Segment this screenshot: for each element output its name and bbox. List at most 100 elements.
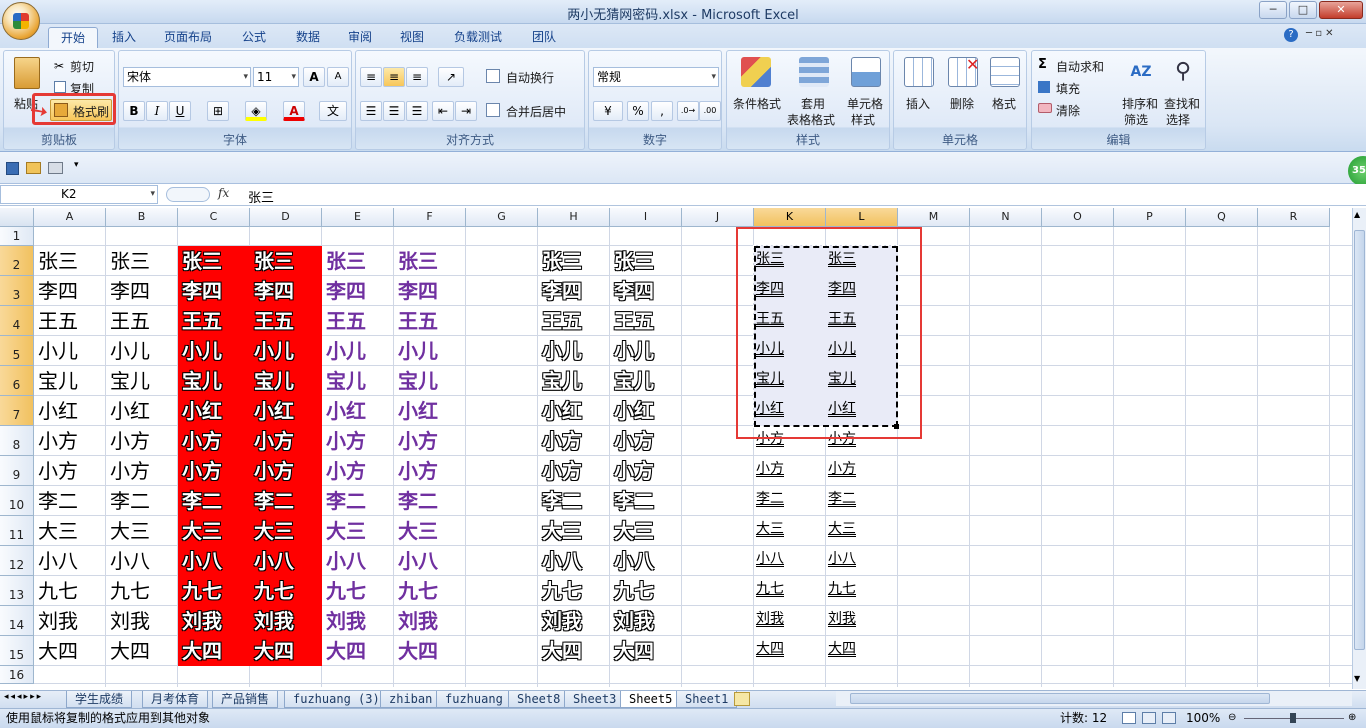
column-header-j[interactable]: J (682, 208, 754, 227)
grow-font-button[interactable]: A (303, 67, 325, 87)
column-header-c[interactable]: C (178, 208, 250, 227)
column-header-l[interactable]: L (826, 208, 898, 227)
cell-h9[interactable]: 小方 (538, 456, 610, 486)
zoom-slider-thumb[interactable] (1290, 713, 1296, 723)
column-header-p[interactable]: P (1114, 208, 1186, 227)
insert-cells-button[interactable]: 插入 (906, 95, 930, 112)
font-size-select[interactable]: 11 (253, 67, 299, 87)
cell-c7[interactable]: 小红 (178, 396, 250, 426)
horizontal-scroll-thumb[interactable] (850, 693, 1270, 704)
formula-input[interactable]: 张三 (248, 187, 274, 206)
cell-e3[interactable]: 李四 (322, 276, 394, 306)
cell-l11[interactable]: 大三 (826, 516, 898, 546)
cell-e15[interactable]: 大四 (322, 636, 394, 666)
column-header-f[interactable]: F (394, 208, 466, 227)
cell-i12[interactable]: 小八 (610, 546, 682, 576)
minimize-button[interactable]: ─ (1259, 1, 1287, 19)
cell-i13[interactable]: 九七 (610, 576, 682, 606)
font-name-select[interactable]: 宋体 (123, 67, 251, 87)
cell-f5[interactable]: 小儿 (394, 336, 466, 366)
cell-b11[interactable]: 大三 (106, 516, 178, 546)
column-header-o[interactable]: O (1042, 208, 1114, 227)
tab-load-test[interactable]: 负载测试 (442, 27, 514, 48)
close-button[interactable]: ✕ (1319, 1, 1363, 19)
cell-e2[interactable]: 张三 (322, 246, 394, 276)
cell-h5[interactable]: 小儿 (538, 336, 610, 366)
cell-f15[interactable]: 大四 (394, 636, 466, 666)
column-header-n[interactable]: N (970, 208, 1042, 227)
cell-f2[interactable]: 张三 (394, 246, 466, 276)
column-header-e[interactable]: E (322, 208, 394, 227)
delete-cells-button[interactable]: 删除 (950, 95, 974, 112)
select-all-button[interactable] (0, 208, 34, 227)
sheet-nav-icon[interactable]: ◂◂◂▸▸▸ (4, 692, 43, 702)
phonetic-button[interactable]: 文 (319, 101, 347, 121)
paste-icon[interactable] (14, 57, 40, 89)
cell-b4[interactable]: 王五 (106, 306, 178, 336)
cell-a12[interactable]: 小八 (34, 546, 106, 576)
tab-formulas[interactable]: 公式 (230, 27, 278, 48)
cell-a3[interactable]: 李四 (34, 276, 106, 306)
cell-i14[interactable]: 刘我 (610, 606, 682, 636)
cell-d2[interactable]: 张三 (250, 246, 322, 276)
shrink-font-button[interactable]: A (327, 67, 349, 87)
cell-f4[interactable]: 王五 (394, 306, 466, 336)
sheet-tab-sheet5[interactable]: Sheet5 (620, 691, 682, 708)
clear-button[interactable]: 清除 (1056, 102, 1080, 119)
sheet-tab-sheet8[interactable]: Sheet8 (508, 691, 570, 708)
cell-i10[interactable]: 李二 (610, 486, 682, 516)
cell-h6[interactable]: 宝儿 (538, 366, 610, 396)
border-icon[interactable]: ⊞ (207, 101, 229, 121)
cell-e11[interactable]: 大三 (322, 516, 394, 546)
help-icon[interactable]: ? (1284, 28, 1298, 42)
orientation-icon[interactable]: ↗ (438, 67, 464, 87)
cell-e6[interactable]: 宝儿 (322, 366, 394, 396)
cell-k11[interactable]: 大三 (754, 516, 826, 546)
horizontal-scrollbar[interactable] (836, 691, 1352, 706)
cell-d7[interactable]: 小红 (250, 396, 322, 426)
table-format-button[interactable]: 套用 (801, 95, 825, 112)
cell-f11[interactable]: 大三 (394, 516, 466, 546)
cell-c2[interactable]: 张三 (178, 246, 250, 276)
cell-i5[interactable]: 小儿 (610, 336, 682, 366)
find-select-button[interactable]: 查找和 (1164, 95, 1200, 112)
cell-a7[interactable]: 小红 (34, 396, 106, 426)
scroll-up-icon[interactable]: ▲ (1354, 210, 1360, 219)
cell-d15[interactable]: 大四 (250, 636, 322, 666)
cell-d6[interactable]: 宝儿 (250, 366, 322, 396)
cell-k15[interactable]: 大四 (754, 636, 826, 666)
row-header-15[interactable]: 15 (0, 636, 34, 666)
cell-b3[interactable]: 李四 (106, 276, 178, 306)
cell-f13[interactable]: 九七 (394, 576, 466, 606)
office-button[interactable] (2, 2, 40, 40)
row-header-12[interactable]: 12 (0, 546, 34, 576)
number-format-select[interactable]: 常规 (593, 67, 719, 87)
cell-d12[interactable]: 小八 (250, 546, 322, 576)
row-header-2[interactable]: 2 (0, 246, 34, 276)
cell-h13[interactable]: 九七 (538, 576, 610, 606)
row-header-1[interactable]: 1 (0, 227, 34, 246)
cell-a4[interactable]: 王五 (34, 306, 106, 336)
cell-e8[interactable]: 小方 (322, 426, 394, 456)
cell-k12[interactable]: 小八 (754, 546, 826, 576)
cell-e13[interactable]: 九七 (322, 576, 394, 606)
cell-c10[interactable]: 李二 (178, 486, 250, 516)
name-box[interactable]: K2 (0, 185, 158, 204)
cell-h12[interactable]: 小八 (538, 546, 610, 576)
tab-view[interactable]: 视图 (388, 27, 436, 48)
column-header-i[interactable]: I (610, 208, 682, 227)
cell-h14[interactable]: 刘我 (538, 606, 610, 636)
cell-h8[interactable]: 小方 (538, 426, 610, 456)
customize-qat-icon[interactable]: ▾ (74, 160, 79, 170)
cell-d11[interactable]: 大三 (250, 516, 322, 546)
normal-view-icon[interactable] (1122, 712, 1136, 724)
align-bottom-icon[interactable]: ≡ (406, 67, 428, 87)
column-header-k[interactable]: K (754, 208, 826, 227)
row-header-8[interactable]: 8 (0, 426, 34, 456)
cell-f6[interactable]: 宝儿 (394, 366, 466, 396)
row-header-5[interactable]: 5 (0, 336, 34, 366)
cell-h2[interactable]: 张三 (538, 246, 610, 276)
column-header-h[interactable]: H (538, 208, 610, 227)
cell-c12[interactable]: 小八 (178, 546, 250, 576)
fill-handle[interactable] (894, 424, 899, 429)
